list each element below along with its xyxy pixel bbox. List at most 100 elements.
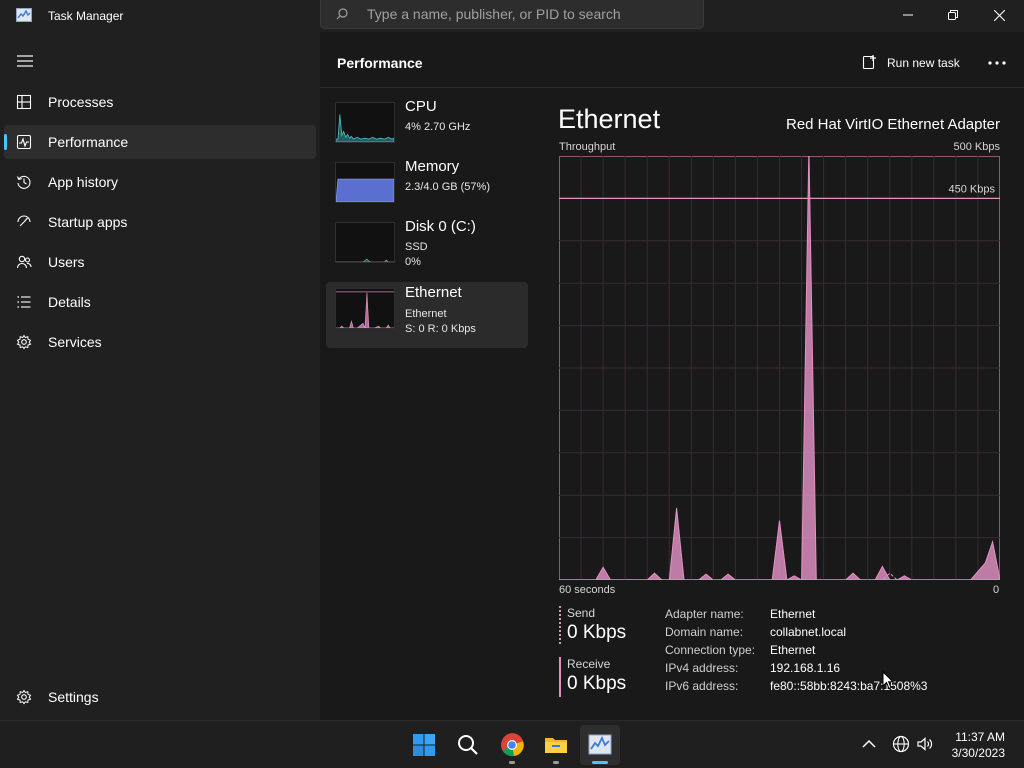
- chrome-icon: [501, 733, 524, 757]
- sidebar-item-performance[interactable]: Performance: [4, 125, 316, 159]
- resource-item-ethernet[interactable]: Ethernet Ethernet S: 0 R: 0 Kbps: [326, 282, 528, 348]
- processes-icon: [16, 94, 32, 110]
- receive-indicator: [559, 657, 561, 697]
- resource-name: Memory: [405, 158, 460, 175]
- resource-item-disk[interactable]: Disk 0 (C:) SSD 0%: [326, 216, 528, 282]
- task-manager-icon: [588, 734, 612, 755]
- search-button[interactable]: [448, 725, 488, 765]
- sidebar: Processes Performance App history Startu…: [0, 32, 320, 720]
- resource-name: CPU: [405, 98, 437, 115]
- users-icon: [16, 255, 32, 269]
- file-explorer-button[interactable]: [536, 725, 576, 765]
- system-clock[interactable]: 11:37 AM 3/30/2023: [952, 729, 1005, 761]
- send-label: Send: [567, 606, 596, 620]
- task-manager-button[interactable]: [580, 725, 620, 765]
- app-title: Task Manager: [48, 9, 124, 23]
- send-value: 0 Kbps: [567, 622, 627, 643]
- services-icon: [16, 334, 32, 350]
- adapter-name: Red Hat VirtIO Ethernet Adapter: [785, 116, 1000, 133]
- folder-icon: [545, 738, 567, 753]
- app-history-icon: [16, 175, 31, 189]
- send-indicator: [559, 606, 561, 646]
- more-options-icon[interactable]: [986, 54, 1008, 72]
- sidebar-item-label: Performance: [48, 134, 129, 150]
- property-value: Ethernet: [770, 643, 816, 657]
- minimize-button[interactable]: [885, 0, 931, 30]
- clock-date: 3/30/2023: [951, 746, 1005, 760]
- active-indicator: [592, 761, 608, 764]
- resource-item-cpu[interactable]: CPU 4% 2.70 GHz: [326, 96, 528, 162]
- clock-time: 11:37 AM: [955, 730, 1005, 744]
- receive-value: 0 Kbps: [567, 673, 627, 694]
- search-icon: [336, 8, 348, 20]
- property-key: Adapter name:: [665, 607, 744, 621]
- chrome-button[interactable]: [492, 725, 532, 765]
- start-button[interactable]: [404, 725, 444, 765]
- chevron-up-icon[interactable]: [860, 735, 878, 753]
- property-key: IPv4 address:: [665, 661, 739, 675]
- graph-zero-label: 0: [993, 584, 1000, 596]
- network-icon[interactable]: [892, 735, 910, 753]
- sidebar-item-startup-apps[interactable]: Startup apps: [4, 205, 316, 239]
- property-value: Ethernet: [770, 607, 816, 621]
- windows-start-icon: [413, 734, 435, 756]
- sidebar-item-label: Users: [48, 254, 85, 270]
- property-key: Domain name:: [665, 625, 744, 639]
- receive-label: Receive: [567, 657, 611, 671]
- sidebar-item-details[interactable]: Details: [4, 285, 316, 319]
- resource-item-memory[interactable]: Memory 2.3/4.0 GB (57%): [326, 156, 528, 222]
- resource-detail: S: 0 R: 0 Kbps: [405, 323, 476, 335]
- restore-button[interactable]: [930, 0, 976, 30]
- resource-name: Disk 0 (C:): [405, 218, 476, 235]
- search-icon: [458, 735, 478, 755]
- mouse-cursor-icon: [882, 671, 894, 690]
- details-icon: [17, 296, 31, 308]
- throughput-graph: 450 Kbps: [559, 156, 1000, 580]
- disk-thumbnail-graph: [335, 222, 395, 263]
- time-span-label: 60 seconds: [559, 584, 616, 596]
- close-icon: [993, 9, 1005, 21]
- running-indicator: [509, 761, 515, 764]
- settings-icon: [16, 689, 32, 705]
- resource-detail: 4% 2.70 GHz: [405, 121, 471, 133]
- sidebar-item-label: App history: [48, 174, 119, 190]
- sidebar-item-processes[interactable]: Processes: [4, 85, 316, 119]
- page-header: Performance Run new task: [320, 32, 1024, 88]
- sidebar-item-users[interactable]: Users: [4, 245, 316, 279]
- detail-title: Ethernet: [558, 104, 661, 134]
- startup-apps-icon: [17, 215, 31, 227]
- page-title: Performance: [337, 55, 423, 71]
- reference-line-label: 450 Kbps: [949, 183, 996, 195]
- sidebar-item-label: Settings: [48, 689, 99, 705]
- running-indicator: [553, 761, 559, 764]
- property-value: collabnet.local: [770, 625, 847, 639]
- search-box[interactable]: [320, 0, 704, 29]
- property-key: IPv6 address:: [665, 679, 739, 693]
- throughput-label: Throughput: [559, 141, 616, 153]
- sidebar-item-label: Processes: [48, 94, 114, 110]
- graph-max-label: 500 Kbps: [953, 141, 1000, 153]
- resource-detail: Ethernet: [405, 308, 447, 320]
- resource-detail: 0%: [405, 256, 421, 268]
- selection-indicator: [4, 134, 7, 150]
- resource-detail: SSD: [405, 241, 428, 253]
- sidebar-item-services[interactable]: Services: [4, 325, 316, 359]
- cpu-thumbnail-graph: [335, 102, 395, 143]
- search-input[interactable]: [367, 4, 687, 24]
- close-button[interactable]: [976, 0, 1022, 30]
- property-key: Connection type:: [665, 643, 756, 657]
- volume-icon[interactable]: [916, 735, 934, 753]
- sidebar-item-label: Services: [48, 334, 102, 350]
- sidebar-item-label: Startup apps: [48, 214, 128, 230]
- minimize-icon: [903, 14, 913, 16]
- sidebar-item-settings[interactable]: Settings: [4, 680, 316, 714]
- task-manager-icon: [16, 8, 32, 22]
- taskbar: 11:37 AM 3/30/2023: [0, 720, 1024, 768]
- run-new-task-label: Run new task: [887, 56, 960, 70]
- property-value: fe80::58bb:8243:ba7:1508%3: [770, 679, 928, 693]
- title-bar: Task Manager: [0, 0, 1024, 32]
- hamburger-icon[interactable]: [16, 54, 34, 68]
- sidebar-item-app-history[interactable]: App history: [4, 165, 316, 199]
- memory-thumbnail-graph: [335, 162, 395, 203]
- main-content: Performance Run new task CPU 4% 2.70 GHz…: [320, 32, 1024, 720]
